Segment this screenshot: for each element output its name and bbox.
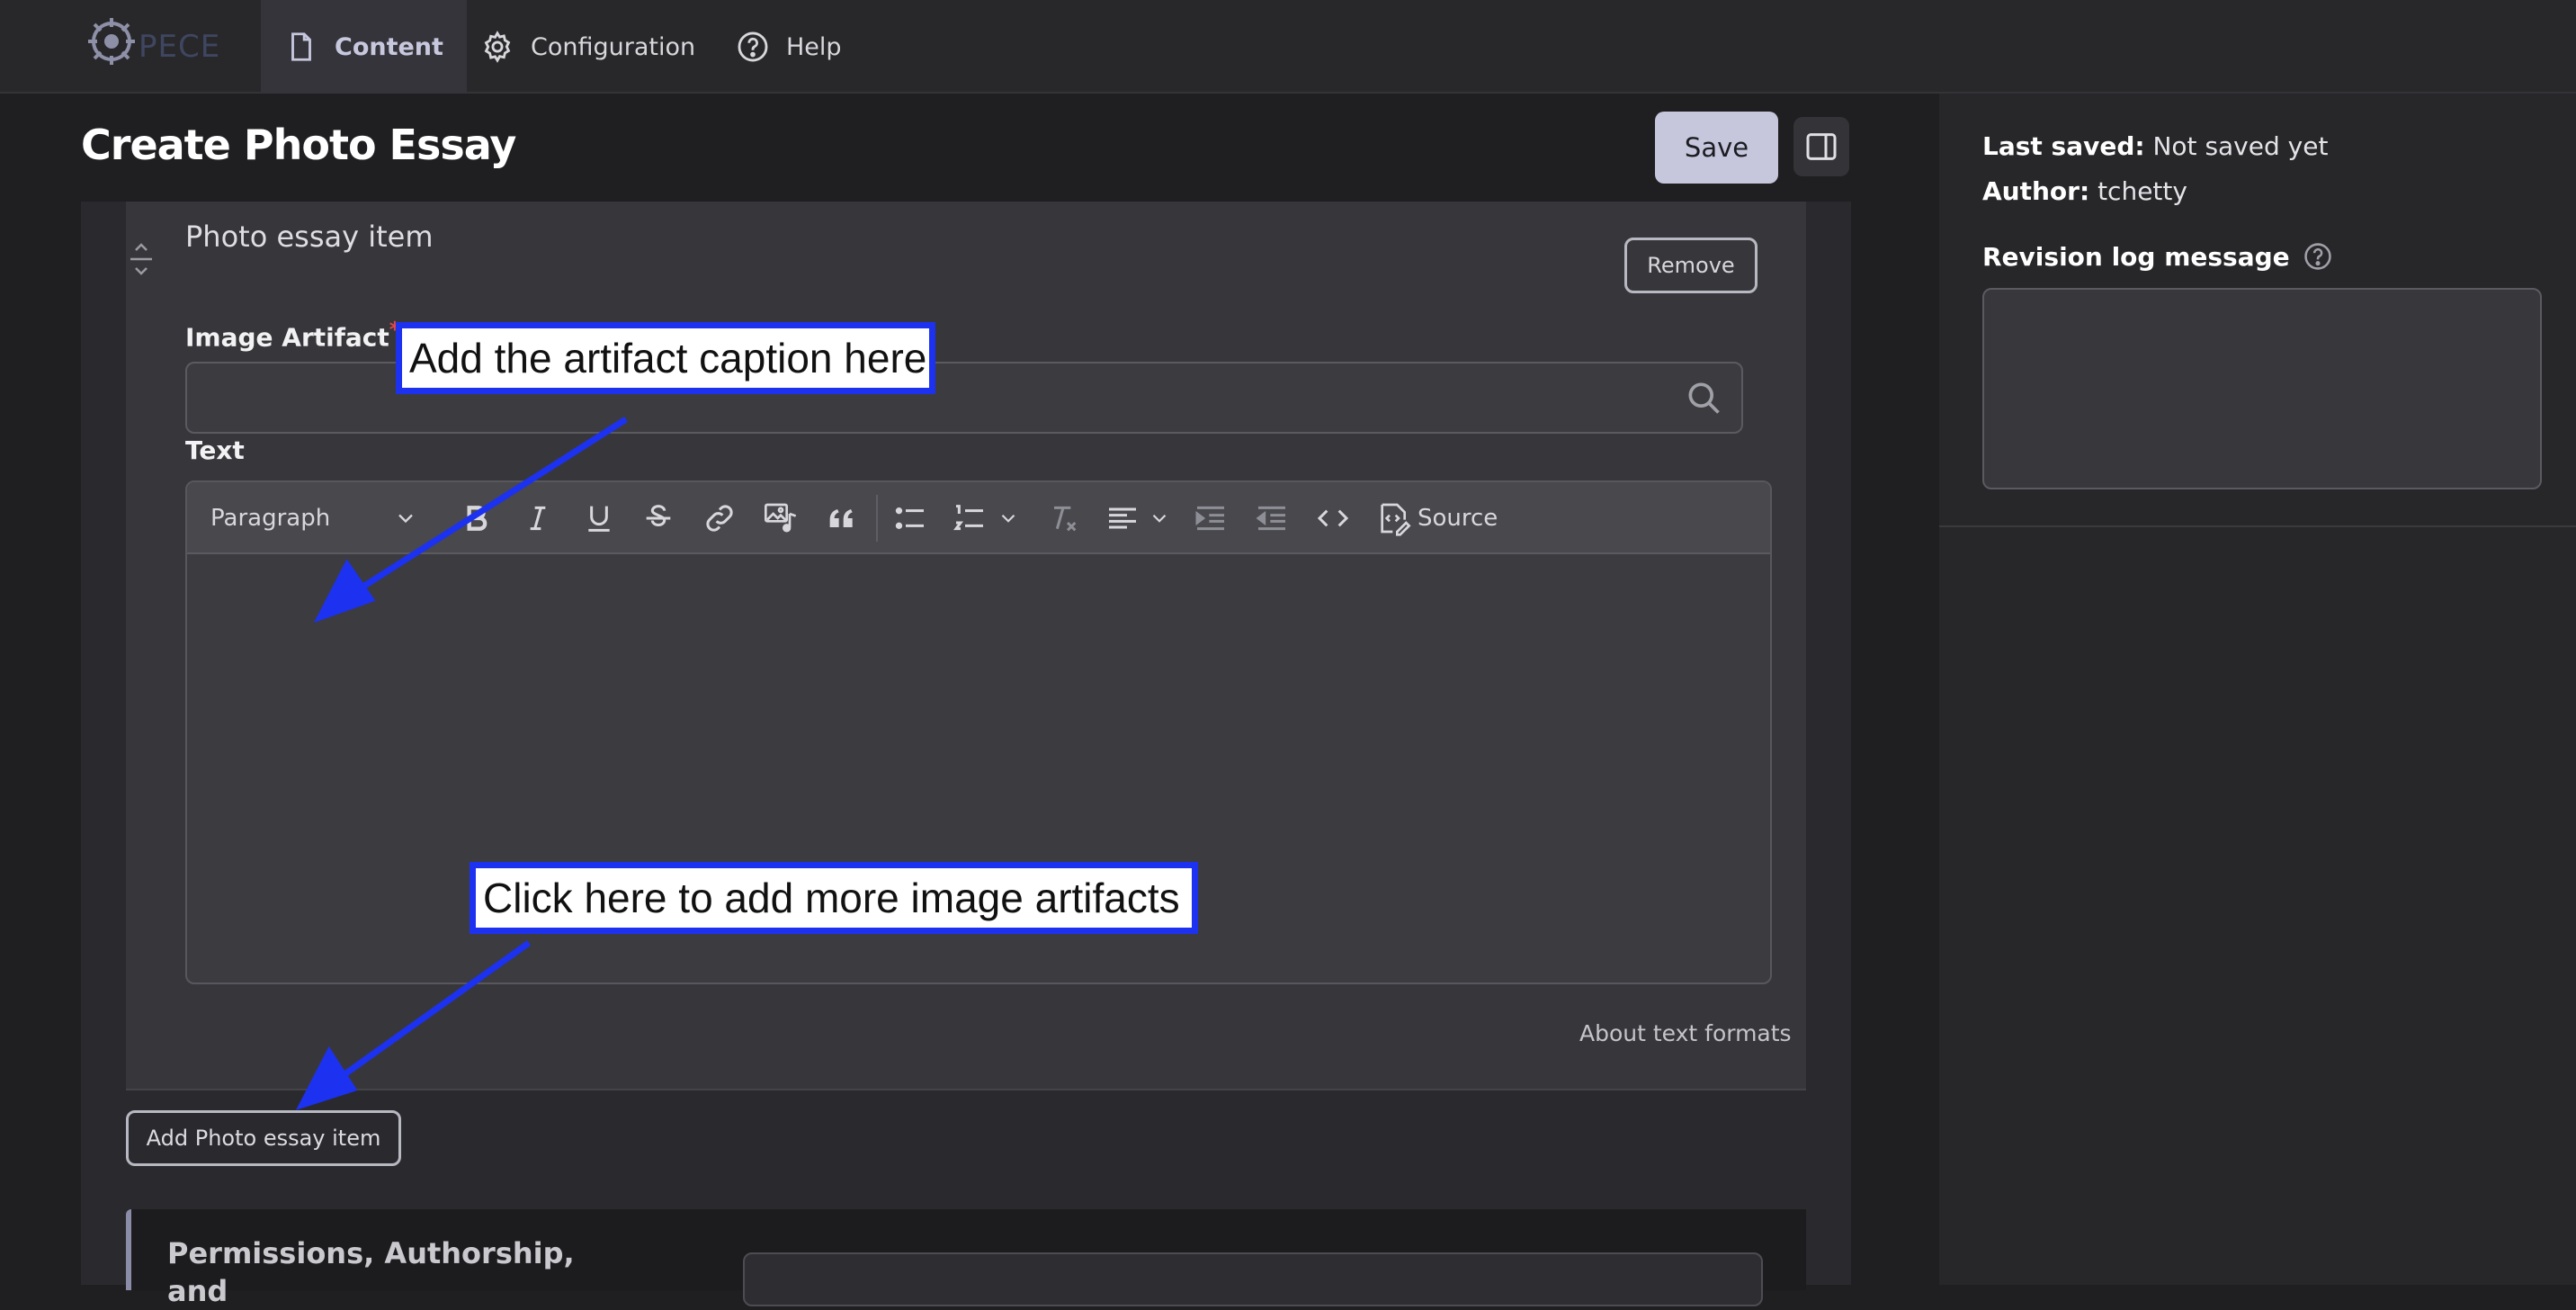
insert-media-button[interactable] [763, 500, 799, 536]
save-button[interactable]: Save [1655, 112, 1778, 184]
bulleted-list-icon [895, 507, 924, 529]
tab-content-label: Content [335, 32, 443, 61]
revision-log-label-text: Revision log message [1982, 241, 2290, 272]
link-icon [706, 505, 733, 532]
last-saved-value: Not saved yet [2152, 131, 2329, 161]
outdent-button[interactable] [1254, 500, 1290, 536]
panel-right-icon [1806, 133, 1837, 160]
add-photo-essay-item-button[interactable]: Add Photo essay item [126, 1110, 401, 1166]
tab-content[interactable]: Content [261, 0, 467, 94]
editor-toolbar: Paragraph Source [187, 482, 1770, 554]
format-select-value: Paragraph [210, 505, 331, 532]
outdent-icon [1256, 506, 1285, 531]
tab-configuration-label: Configuration [531, 32, 696, 61]
item-title: Photo essay item [185, 220, 434, 254]
revision-log-textarea[interactable] [1982, 288, 2542, 489]
code-button[interactable] [1315, 500, 1351, 536]
help-circle-icon[interactable] [2303, 241, 2333, 272]
page-title: Create Photo Essay [81, 121, 516, 169]
blockquote-icon [829, 509, 853, 527]
remove-button[interactable]: Remove [1624, 238, 1758, 293]
underline-button[interactable] [581, 500, 617, 536]
search-icon[interactable] [1684, 378, 1723, 417]
underline-icon [588, 506, 610, 532]
sidebar-divider [1939, 525, 2576, 527]
help-circle-icon [738, 31, 768, 62]
last-saved-label: Last saved: [1982, 131, 2145, 161]
numbered-list-icon [953, 505, 983, 531]
document-icon [291, 32, 311, 61]
tab-configuration[interactable]: Configuration [457, 0, 719, 94]
site-logo[interactable]: PECE [86, 16, 221, 79]
source-label: Source [1418, 505, 1498, 532]
toolbar-separator [876, 495, 878, 542]
remove-format-button[interactable] [1045, 500, 1081, 536]
chevron-down-icon [1001, 514, 1015, 523]
indent-button[interactable] [1193, 500, 1229, 536]
source-button[interactable]: Source [1376, 500, 1498, 536]
image-artifact-label-text: Image Artifact [185, 322, 389, 353]
logo-emblem-icon [88, 18, 135, 65]
bold-icon [467, 506, 487, 531]
last-saved: Last saved: Not saved yet [1982, 131, 2328, 161]
logo-text: PECE [139, 29, 221, 65]
code-icon [1317, 509, 1349, 527]
blockquote-button[interactable] [824, 500, 860, 536]
bulleted-list-button[interactable] [892, 500, 928, 536]
tab-help[interactable]: Help [712, 0, 865, 94]
image-artifact-label: Image Artifact* [185, 317, 400, 352]
author: Author: tchetty [1982, 176, 2187, 206]
strikethrough-icon [646, 505, 671, 526]
tab-help-label: Help [786, 32, 842, 61]
author-label: Author: [1982, 176, 2090, 206]
numbered-list-button[interactable] [952, 500, 1020, 536]
author-value: tchetty [2097, 176, 2187, 206]
indent-icon [1195, 506, 1224, 531]
add-artifacts-callout: Click here to add more image artifacts [470, 862, 1198, 934]
details-input-field[interactable] [743, 1252, 1763, 1306]
source-icon [1381, 503, 1411, 536]
italic-button[interactable] [520, 500, 556, 536]
align-icon [1109, 507, 1136, 529]
format-select[interactable]: Paragraph [210, 500, 418, 536]
top-toolbar: PECE Content Configuration Help [0, 0, 2576, 94]
about-text-formats-link[interactable]: About text formats [1579, 1020, 1792, 1046]
remove-format-icon [1054, 506, 1077, 532]
drag-handle-icon[interactable] [128, 241, 155, 277]
sidebar-toggle-button[interactable] [1793, 117, 1849, 176]
align-button[interactable] [1105, 500, 1171, 536]
chevron-down-icon [1152, 514, 1167, 523]
link-button[interactable] [702, 500, 738, 536]
caption-callout: Add the artifact caption here [396, 322, 935, 394]
permissions-details-title[interactable]: Permissions, Authorship, and [167, 1234, 635, 1310]
gear-icon [484, 31, 511, 63]
chevron-down-icon [398, 514, 414, 524]
revision-log-label: Revision log message [1982, 241, 2333, 272]
image-audio-icon [765, 503, 797, 533]
meta-sidebar [1939, 94, 2576, 1285]
bold-button[interactable] [459, 500, 495, 536]
text-label: Text [185, 435, 245, 465]
italic-icon [530, 506, 546, 531]
strikethrough-button[interactable] [640, 500, 676, 536]
